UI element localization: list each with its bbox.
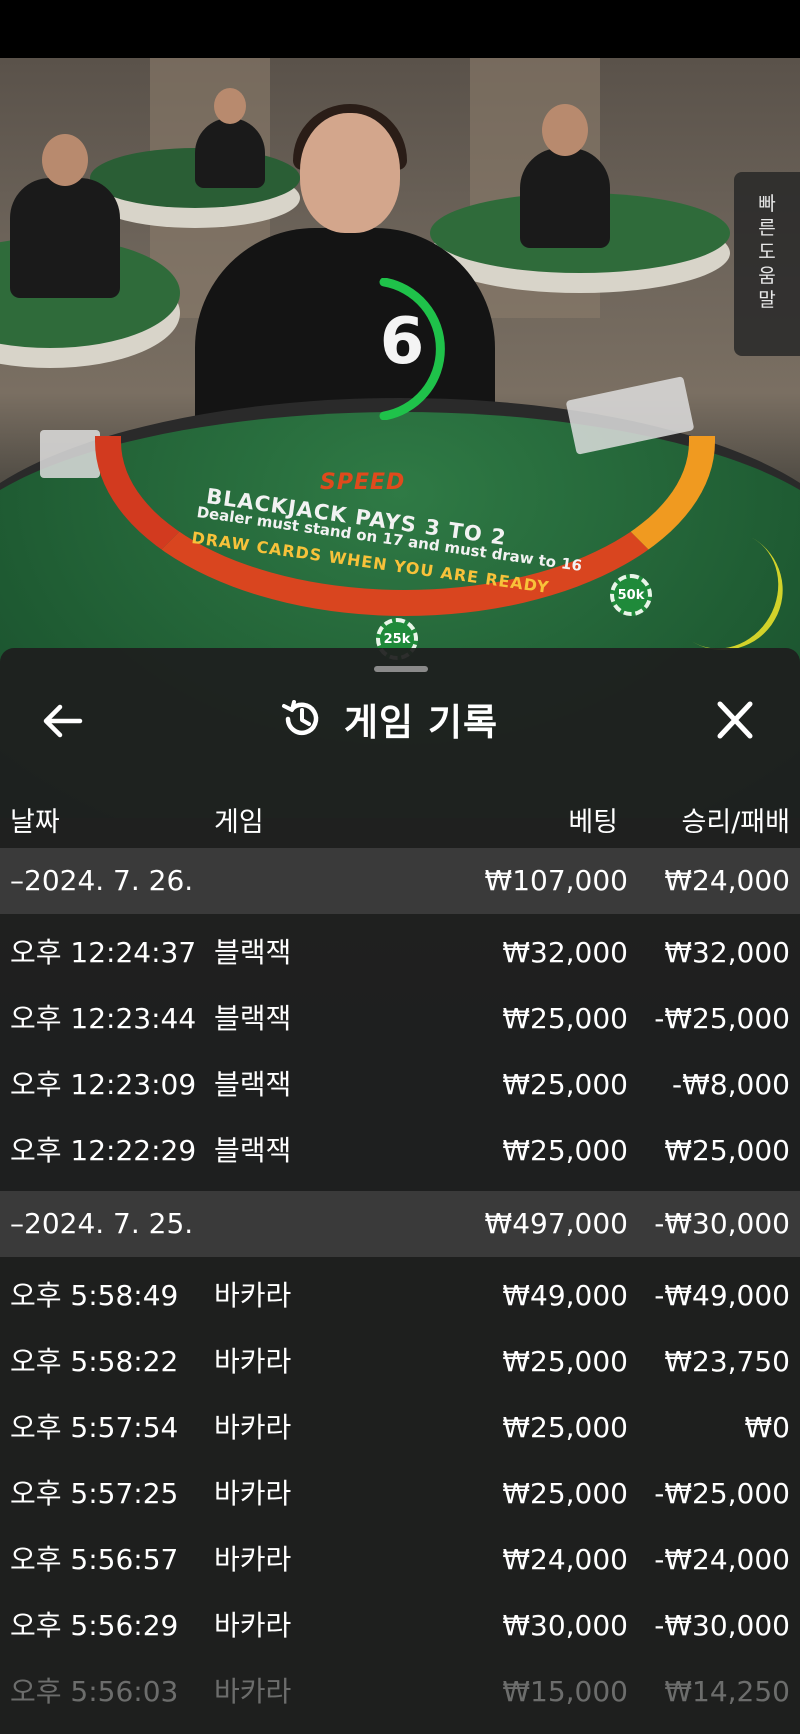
history-row[interactable]: 오후 12:23:44 블랙잭 ₩25,000 -₩25,000: [0, 986, 800, 1052]
dealer-back: [195, 88, 265, 188]
sheet-header: 게임 기록: [0, 678, 800, 764]
dealer-head: [300, 113, 400, 233]
history-row[interactable]: 오후 5:56:57 바카라 ₩24,000 -₩24,000: [0, 1527, 800, 1593]
close-icon: [717, 701, 753, 739]
row-game: 바카라: [214, 1411, 292, 1444]
history-row[interactable]: 오후 5:57:25 바카라 ₩25,000 -₩25,000: [0, 1461, 800, 1527]
group-date: –2024. 7. 25.: [10, 1207, 194, 1240]
row-bet: ₩25,000: [502, 1411, 628, 1444]
row-time: 오후 5:58:49: [10, 1279, 179, 1312]
history-icon: [282, 700, 319, 736]
row-bet: ₩25,000: [502, 1134, 628, 1167]
group-bet-total: ₩107,000: [484, 864, 628, 897]
row-win-loss: -₩49,000: [654, 1279, 790, 1312]
column-header-bet: 베팅: [568, 807, 618, 838]
column-header-win-loss: 승리/패배: [681, 807, 790, 838]
row-time: 오후 5:57:54: [10, 1411, 179, 1444]
sheet-title-group: 게임 기록: [280, 692, 498, 746]
row-game: 바카라: [214, 1543, 292, 1576]
row-bet: ₩15,000: [502, 1675, 628, 1708]
row-game: 바카라: [214, 1477, 292, 1510]
row-game: 바카라: [214, 1345, 292, 1378]
history-row[interactable]: 오후 5:57:54 바카라 ₩25,000 ₩0: [0, 1395, 800, 1461]
back-button[interactable]: [38, 698, 88, 744]
group-bet-total: ₩497,000: [484, 1207, 628, 1240]
row-bet: ₩25,000: [502, 1068, 628, 1101]
row-win-loss: ₩0: [744, 1411, 791, 1444]
row-game: 블랙잭: [214, 1068, 292, 1101]
group-date: –2024. 7. 26.: [10, 864, 194, 897]
dealer-left: [10, 134, 120, 298]
date-group-row[interactable]: –2024. 7. 25. ₩497,000 -₩30,000: [0, 1191, 800, 1257]
row-time: 오후 12:23:09: [10, 1068, 197, 1101]
history-row[interactable]: 오후 12:22:29 블랙잭 ₩25,000 ₩25,000: [0, 1118, 800, 1184]
row-bet: ₩24,000: [502, 1543, 628, 1576]
row-win-loss: -₩24,000: [654, 1543, 790, 1576]
history-row[interactable]: 오후 5:58:49 바카라 ₩49,000 -₩49,000: [0, 1263, 800, 1329]
row-game: 바카라: [214, 1675, 292, 1708]
row-bet: ₩25,000: [502, 1345, 628, 1378]
row-win-loss: ₩32,000: [664, 936, 790, 969]
row-bet: ₩25,000: [502, 1002, 628, 1035]
row-time: 오후 5:56:03: [10, 1675, 179, 1708]
sheet-grabber[interactable]: [374, 666, 428, 672]
row-game: 블랙잭: [214, 1002, 292, 1035]
date-group-row[interactable]: –2024. 7. 26. ₩107,000 ₩24,000: [0, 848, 800, 914]
arrow-left-icon: [43, 704, 83, 738]
row-win-loss: -₩25,000: [654, 1477, 790, 1510]
group-win-total: ₩24,000: [664, 864, 790, 897]
row-time: 오후 12:22:29: [10, 1134, 197, 1167]
column-header-date: 날짜: [10, 807, 60, 838]
history-row-partial[interactable]: 오후 5:56:03 바카라 ₩15,000 ₩14,250: [0, 1659, 800, 1725]
history-row[interactable]: 오후 12:23:09 블랙잭 ₩25,000 -₩8,000: [0, 1052, 800, 1118]
sheet-title: 게임 기록: [344, 701, 499, 744]
row-time: 오후 5:58:22: [10, 1345, 179, 1378]
row-bet: ₩25,000: [502, 1477, 628, 1510]
status-bar: [0, 0, 800, 58]
row-game: 블랙잭: [214, 1134, 292, 1167]
chip-50k: 50k: [610, 574, 652, 616]
row-win-loss: -₩8,000: [672, 1068, 790, 1101]
row-bet: ₩49,000: [502, 1279, 628, 1312]
row-time: 오후 5:56:57: [10, 1543, 179, 1576]
row-game: 바카라: [214, 1279, 292, 1312]
row-bet: ₩32,000: [502, 936, 628, 969]
history-row[interactable]: 오후 5:56:29 바카라 ₩30,000 -₩30,000: [0, 1593, 800, 1659]
row-time: 오후 5:56:29: [10, 1609, 179, 1642]
table-brand: SPEED: [320, 470, 406, 495]
row-time: 오후 12:24:37: [10, 936, 197, 969]
quick-help-label: 빠른 도움말: [758, 193, 776, 311]
countdown-number: 6: [379, 305, 425, 379]
history-row[interactable]: 오후 12:24:37 블랙잭 ₩32,000 ₩32,000: [0, 920, 800, 986]
row-win-loss: -₩25,000: [654, 1002, 790, 1035]
row-time: 오후 12:23:44: [10, 1002, 197, 1035]
history-row[interactable]: 오후 5:58:22 바카라 ₩25,000 ₩23,750: [0, 1329, 800, 1395]
card-shoe-left: [40, 430, 100, 478]
row-win-loss: ₩14,250: [664, 1675, 790, 1708]
dealer-right: [520, 104, 610, 248]
row-win-loss: -₩30,000: [654, 1609, 790, 1642]
row-bet: ₩30,000: [502, 1609, 628, 1642]
row-game: 바카라: [214, 1609, 292, 1642]
row-game: 블랙잭: [214, 936, 292, 969]
row-time: 오후 5:57:25: [10, 1477, 179, 1510]
group-win-total: -₩30,000: [654, 1207, 790, 1240]
column-header-game: 게임: [214, 807, 264, 838]
row-win-loss: ₩23,750: [664, 1345, 790, 1378]
close-button[interactable]: [710, 698, 760, 744]
row-win-loss: ₩25,000: [664, 1134, 790, 1167]
